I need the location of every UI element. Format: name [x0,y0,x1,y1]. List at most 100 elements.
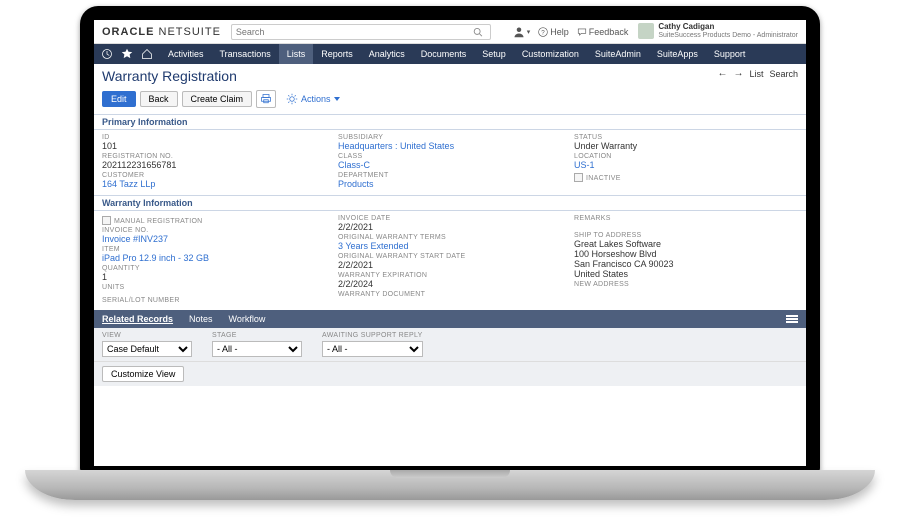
tab-related-records[interactable]: Related Records [102,314,173,324]
next-record-icon[interactable]: → [733,68,743,79]
reg-value: 202112231656781 [102,160,326,170]
user-menu[interactable]: Cathy Cadigan SuiteSuccess Products Demo… [638,23,798,39]
subtabs-bar: Related Records Notes Workflow [94,310,806,328]
remarks-label: REMARKS [574,215,798,222]
star-icon[interactable] [120,47,134,61]
help-icon: ? [538,27,548,37]
manual-reg-checkbox[interactable] [102,216,111,225]
subsidiary-value[interactable]: Headquarters : United States [338,141,562,151]
serial-label: SERIAL/LOT NUMBER [102,297,326,304]
print-button[interactable] [256,90,276,108]
topbar: ORACLE NETSUITE ▾ ? Help Feedback [94,20,806,44]
units-label: UNITS [102,284,326,291]
warranty-terms-value[interactable]: 3 Years Extended [338,241,562,251]
person-icon [513,26,525,38]
page-header: Warranty Registration ← → List Search [94,64,806,88]
ship-line-3: San Francisco CA 90023 [574,259,798,269]
customer-label: CUSTOMER [102,172,326,179]
svg-text:?: ? [542,29,546,36]
id-label: ID [102,134,326,141]
warranty-exp-label: WARRANTY EXPIRATION [338,272,562,279]
location-value[interactable]: US-1 [574,160,798,170]
nav-activities[interactable]: Activities [160,44,212,64]
help-link[interactable]: ? Help [538,27,569,37]
reg-label: REGISTRATION NO. [102,153,326,160]
customize-row: Customize View [94,362,806,386]
customize-view-button[interactable]: Customize View [102,366,184,382]
ship-line-1: Great Lakes Software [574,239,798,249]
department-label: DEPARTMENT [338,172,562,179]
warranty-start-label: ORIGINAL WARRANTY START DATE [338,253,562,260]
class-label: CLASS [338,153,562,160]
laptop-base [25,470,875,500]
status-value: Under Warranty [574,141,798,151]
warranty-start-value: 2/2/2021 [338,260,562,270]
nav-analytics[interactable]: Analytics [361,44,413,64]
prev-record-icon[interactable]: ← [717,68,727,79]
help-label: Help [550,27,569,37]
warranty-terms-label: ORIGINAL WARRANTY TERMS [338,234,562,241]
actions-menu[interactable]: Actions [286,93,340,105]
department-value[interactable]: Products [338,179,562,189]
role-switcher[interactable]: ▾ [513,26,531,38]
nav-support[interactable]: Support [706,44,754,64]
view-filter-label: VIEW [102,332,192,339]
nav-reports[interactable]: Reports [313,44,361,64]
print-icon [260,93,272,105]
nav-suiteapps[interactable]: SuiteApps [649,44,706,64]
invoice-no-value[interactable]: Invoice #INV237 [102,234,326,244]
inactive-checkbox[interactable] [574,173,583,182]
subsidiary-label: SUBSIDIARY [338,134,562,141]
search-link[interactable]: Search [769,69,798,79]
stage-filter-select[interactable]: - All - [212,341,302,357]
home-icon[interactable] [140,47,154,61]
quantity-value: 1 [102,272,326,282]
warranty-doc-label: WARRANTY DOCUMENT [338,291,562,298]
main-nav: Activities Transactions Lists Reports An… [94,44,806,64]
invoice-date-label: INVOICE DATE [338,215,562,222]
create-claim-button[interactable]: Create Claim [182,91,253,107]
search-icon [473,27,483,37]
avatar [638,23,654,39]
recent-icon[interactable] [100,47,114,61]
filter-row: VIEW Case Default STAGE - All - AWAITING… [94,328,806,362]
view-filter-select[interactable]: Case Default [102,341,192,357]
oracle-netsuite-logo: ORACLE NETSUITE [102,26,221,38]
item-value[interactable]: iPad Pro 12.9 inch - 32 GB [102,253,326,263]
customer-value[interactable]: 164 Tazz LLp [102,179,326,189]
nav-transactions[interactable]: Transactions [212,44,279,64]
inactive-label: INACTIVE [586,175,621,182]
ship-to-label: SHIP TO ADDRESS [574,232,798,239]
search-input[interactable] [236,27,474,37]
location-label: LOCATION [574,153,798,160]
nav-documents[interactable]: Documents [413,44,475,64]
status-label: STATUS [574,134,798,141]
primary-fields: ID101 REGISTRATION NO.202112231656781 CU… [94,130,806,195]
reply-filter-select[interactable]: - All - [322,341,423,357]
feedback-link[interactable]: Feedback [577,27,629,37]
invoice-no-label: INVOICE NO. [102,227,326,234]
list-link[interactable]: List [749,69,763,79]
nav-setup[interactable]: Setup [474,44,514,64]
user-name: Cathy Cadigan [658,23,798,32]
tab-notes[interactable]: Notes [189,314,213,324]
id-value: 101 [102,141,326,151]
class-value[interactable]: Class-C [338,160,562,170]
subtab-menu-icon[interactable] [786,315,798,323]
chevron-down-icon [334,97,340,101]
global-search[interactable] [231,24,491,40]
manual-reg-label: MANUAL REGISTRATION [114,218,203,225]
edit-button[interactable]: Edit [102,91,136,107]
section-warranty: Warranty Information [94,195,806,211]
nav-suiteadmin[interactable]: SuiteAdmin [587,44,649,64]
logo-thin: NETSUITE [154,26,220,38]
nav-lists[interactable]: Lists [279,44,314,64]
actions-label: Actions [301,94,331,104]
toolbar: Edit Back Create Claim Actions [94,88,806,114]
nav-customization[interactable]: Customization [514,44,587,64]
new-address-label: NEW ADDRESS [574,281,798,288]
tab-workflow[interactable]: Workflow [229,314,266,324]
feedback-label: Feedback [589,27,629,37]
back-button[interactable]: Back [140,91,178,107]
item-label: ITEM [102,246,326,253]
